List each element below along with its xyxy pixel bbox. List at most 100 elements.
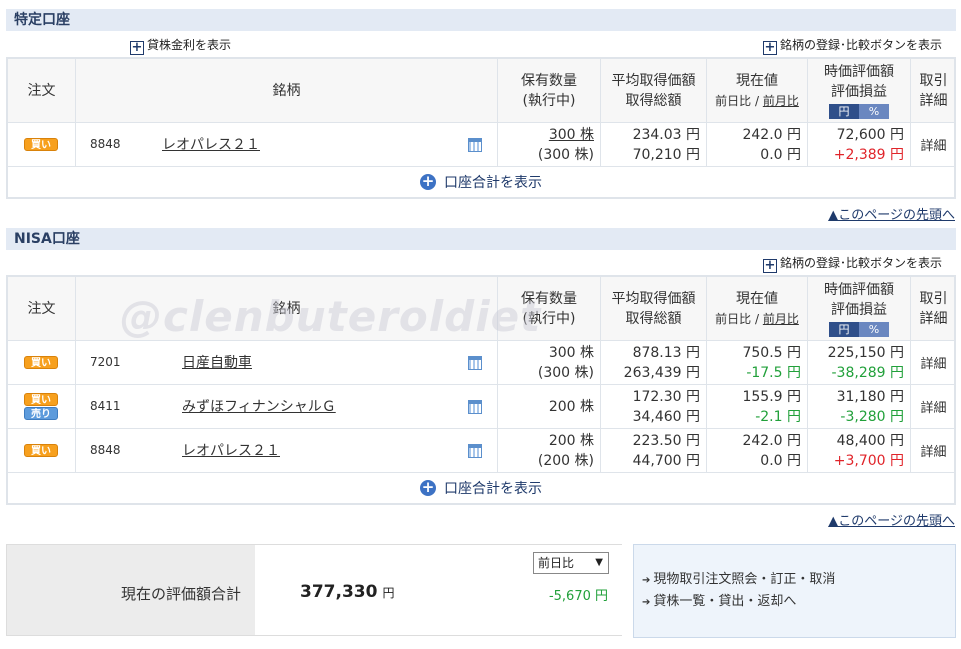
yen-unit: 円 (382, 586, 395, 600)
plus-icon: + (763, 40, 777, 55)
holdings-table-tokutei: 注文 銘柄 保有数量 (執行中) 平均取得価額 取得総額 現在値 前日比 / 前… (6, 57, 956, 199)
stock-code: 8848 (90, 443, 121, 457)
show-register-compare-toggle[interactable]: + 銘柄の登録･比較ボタンを表示 (763, 255, 942, 273)
order-cell: 買い (8, 123, 76, 166)
stock-code: 7201 (90, 355, 121, 369)
calendar-icon[interactable] (468, 400, 482, 414)
separator: / (751, 311, 763, 326)
header-detail: 取引 詳細 (911, 59, 956, 122)
price-cell: 750.5 円 -17.5 円 (707, 341, 808, 384)
show-register-compare-label: 銘柄の登録･比較ボタンを表示 (780, 38, 943, 52)
header-avg-cost: 平均取得価額 取得総額 (601, 59, 707, 122)
detail-link[interactable]: 詳細 (911, 429, 956, 472)
table-header: 注文 銘柄 保有数量 (執行中) 平均取得価額 取得総額 現在値 前日比 / 前… (8, 59, 954, 123)
buy-button[interactable]: 買い (24, 444, 58, 457)
stock-name-link[interactable]: レオパレス２１ (162, 134, 260, 154)
table-header: 注文 銘柄 保有数量 (執行中) 平均取得価額 取得総額 現在値 前日比 / 前… (8, 277, 954, 341)
table-row: 買い 売り 8411 みずほフィナンシャルＧ 200 株 172.30 円 34… (8, 385, 954, 429)
header-name: 銘柄 (76, 59, 498, 122)
stock-name-link[interactable]: レオパレス２１ (182, 440, 280, 460)
qty-link[interactable]: 300 株 (549, 125, 594, 145)
header-price-label: 現在値 (736, 72, 778, 89)
buy-button[interactable]: 買い (24, 138, 58, 151)
header-avg-cost: 平均取得価額 取得総額 (601, 277, 707, 340)
price-cell: 242.0 円 0.0 円 (707, 429, 808, 472)
sort-day-change[interactable]: 前日比 (715, 312, 751, 326)
calendar-icon[interactable] (468, 444, 482, 458)
holdings-table-nisa: 注文 銘柄 保有数量 (執行中) 平均取得価額 取得総額 現在値 前日比 / 前… (6, 275, 956, 505)
stock-name-link[interactable]: みずほフィナンシャルＧ (182, 396, 336, 416)
header-detail: 取引 詳細 (911, 277, 956, 340)
price-cell: 155.9 円 -2.1 円 (707, 385, 808, 428)
show-account-total-button[interactable]: + 口座合計を表示 (8, 167, 954, 197)
header-total-cost-label: 取得総額 (625, 92, 682, 109)
header-market-value: 時価評価額 評価損益 円% (808, 277, 911, 340)
page-top-link[interactable]: ▲このページの先頭へ (828, 510, 955, 529)
order-cell: 買い (8, 341, 76, 384)
value-cell: 72,600 円 +2,389 円 (808, 123, 911, 166)
sort-month-change[interactable]: 前月比 (763, 94, 799, 108)
avg-cell: 878.13 円 263,439 円 (601, 341, 707, 384)
plus-icon: + (763, 258, 777, 273)
qty-pending: (300 株) (537, 146, 594, 163)
stock-name-link[interactable]: 日産自動車 (182, 352, 252, 372)
price-cell: 242.0 円 0.0 円 (707, 123, 808, 166)
calendar-icon[interactable] (468, 138, 482, 152)
section-title-nisa: NISA口座 (6, 228, 956, 250)
qty-cell: 200 株 (200 株) (498, 429, 601, 472)
current-price: 750.5 円 (742, 344, 801, 361)
price-change: -2.1 円 (755, 408, 801, 425)
qty: 200 株 (548, 432, 594, 449)
buy-button[interactable]: 買い (24, 356, 58, 369)
profit-loss: +3,700 円 (833, 452, 904, 469)
qty: 200 株 (548, 398, 594, 415)
header-value-label: 時価評価額 (824, 64, 894, 80)
show-register-compare-toggle[interactable]: + 銘柄の登録･比較ボタンを表示 (763, 37, 942, 55)
detail-link[interactable]: 詳細 (911, 385, 956, 428)
header-order: 注文 (8, 59, 76, 122)
comparison-select[interactable]: 前日比 ▼ (533, 552, 609, 574)
header-current-price: 現在値 前日比 / 前月比 (707, 59, 808, 122)
header-qty-pending-label: (執行中) (522, 310, 576, 327)
buy-button[interactable]: 買い (24, 393, 58, 406)
page-top-link[interactable]: ▲このページの先頭へ (828, 204, 955, 223)
sort-month-change[interactable]: 前月比 (763, 312, 799, 326)
name-cell: 8848 レオパレス２１ (76, 123, 498, 166)
stock-code: 8411 (90, 399, 121, 413)
table-row: 買い 7201 日産自動車 300 株 (300 株) 878.13 円 263… (8, 341, 954, 385)
current-price: 155.9 円 (742, 388, 801, 405)
unit-yen-button[interactable]: 円 (829, 322, 859, 337)
plus-icon: + (130, 40, 144, 55)
order-inquiry-label: 現物取引注文照会・訂正・取消 (653, 572, 836, 587)
unit-percent-button[interactable]: % (859, 104, 889, 119)
circle-plus-icon: + (420, 478, 436, 496)
name-cell: 8848 レオパレス２１ (76, 429, 498, 472)
qty-cell: 300 株 (300 株) (498, 123, 601, 166)
circle-plus-icon: + (420, 172, 436, 190)
unit-yen-button[interactable]: 円 (829, 104, 859, 119)
profit-loss: -3,280 円 (840, 408, 904, 425)
header-avg-label: 平均取得価額 (611, 290, 696, 307)
order-cell: 買い (8, 429, 76, 472)
sort-day-change[interactable]: 前日比 (715, 94, 751, 108)
avg-cell: 223.50 円 44,700 円 (601, 429, 707, 472)
header-avg-label: 平均取得価額 (611, 72, 696, 89)
total-change: -5,670 円 (548, 589, 608, 604)
qty-pending: (300 株) (537, 364, 594, 381)
sell-button[interactable]: 売り (24, 407, 58, 420)
show-account-total-button[interactable]: + 口座合計を表示 (8, 473, 954, 503)
detail-link[interactable]: 詳細 (911, 123, 956, 166)
order-inquiry-link[interactable]: ➔ 現物取引注文照会・訂正・取消 (642, 569, 955, 591)
detail-link[interactable]: 詳細 (911, 341, 956, 384)
total-cost: 70,210 円 (632, 146, 700, 163)
show-register-compare-label: 銘柄の登録･比較ボタンを表示 (780, 256, 943, 270)
show-lending-rate-toggle[interactable]: + 貸株金利を表示 (130, 37, 231, 55)
lending-list-label: 貸株一覧・貸出・返却へ (653, 594, 797, 609)
lending-list-link[interactable]: ➔ 貸株一覧・貸出・返却へ (642, 591, 955, 613)
unit-percent-button[interactable]: % (859, 322, 889, 337)
calendar-icon[interactable] (468, 356, 482, 370)
separator: / (751, 93, 763, 108)
header-qty-label: 保有数量 (521, 72, 577, 89)
table-row: 買い 8848 レオパレス２１ 200 株 (200 株) 223.50 円 4… (8, 429, 954, 473)
price-change: 0.0 円 (760, 452, 801, 469)
